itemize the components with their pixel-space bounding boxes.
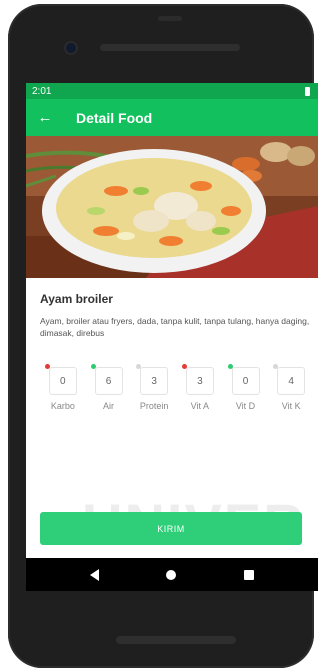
page-title: Detail Food	[76, 109, 153, 126]
nav-recents-icon[interactable]	[244, 569, 255, 580]
nutrient-value-field[interactable]: 3	[185, 367, 214, 395]
status-bar: 2:01	[26, 83, 318, 99]
nutrient-value-field[interactable]: 6	[94, 367, 123, 395]
nutrient-label: Vit K	[281, 401, 301, 411]
indicator-dot-icon	[45, 364, 50, 369]
back-arrow-icon[interactable]: ←	[26, 109, 64, 126]
nutrient-vit-a: 3 Vit A	[177, 364, 223, 411]
battery-icon	[305, 86, 310, 96]
food-photo-illustration	[26, 136, 318, 278]
nutrient-vit-k: 4 Vit K	[268, 364, 314, 411]
food-description: Ayam, broiler atau fryers, dada, tanpa k…	[40, 316, 310, 338]
earpiece-speaker	[100, 44, 240, 51]
front-camera	[66, 43, 76, 53]
food-name: Ayam broiler	[40, 292, 113, 306]
nutrient-label: Air	[103, 401, 114, 411]
android-nav-bar	[26, 558, 318, 591]
indicator-dot-icon	[227, 364, 233, 369]
nutrient-label: Karbo	[50, 401, 75, 411]
bottom-speaker	[116, 636, 236, 644]
nutrient-air: 6 Air	[86, 364, 132, 411]
nutrient-label: Protein	[139, 401, 169, 411]
food-image	[26, 136, 318, 278]
indicator-dot-icon	[182, 364, 188, 369]
kirim-button[interactable]: KIRIM	[40, 512, 302, 545]
nutrient-value-field[interactable]: 0	[48, 367, 77, 395]
food-details: Ayam broiler Ayam, broiler atau fryers, …	[26, 292, 318, 411]
nutrient-vit-d: 0 Vit D	[223, 364, 269, 411]
nutrient-value-field[interactable]: 4	[277, 367, 306, 395]
status-time: 2:01	[32, 85, 52, 97]
nutrient-protein: 3 Protein	[131, 364, 177, 411]
screen: 2:01 ← Detail Food Ayam broiler Ayam, br…	[26, 83, 318, 591]
nav-back-icon[interactable]	[89, 568, 99, 581]
nav-home-icon[interactable]	[166, 569, 177, 580]
app-bar: ← Detail Food	[26, 99, 318, 136]
nutrient-value-field[interactable]: 0	[231, 367, 260, 395]
nutrient-row: 0 Karbo 6 Air 3 Protein 3 Vit A 0 Vit D …	[40, 364, 314, 411]
phone-notch	[158, 16, 182, 21]
nutrient-value-field[interactable]: 3	[140, 367, 169, 395]
nutrient-karbo: 0 Karbo	[40, 364, 86, 411]
nutrient-label: Vit D	[235, 401, 256, 411]
indicator-dot-icon	[90, 364, 96, 369]
nutrient-label: Vit A	[190, 401, 210, 411]
